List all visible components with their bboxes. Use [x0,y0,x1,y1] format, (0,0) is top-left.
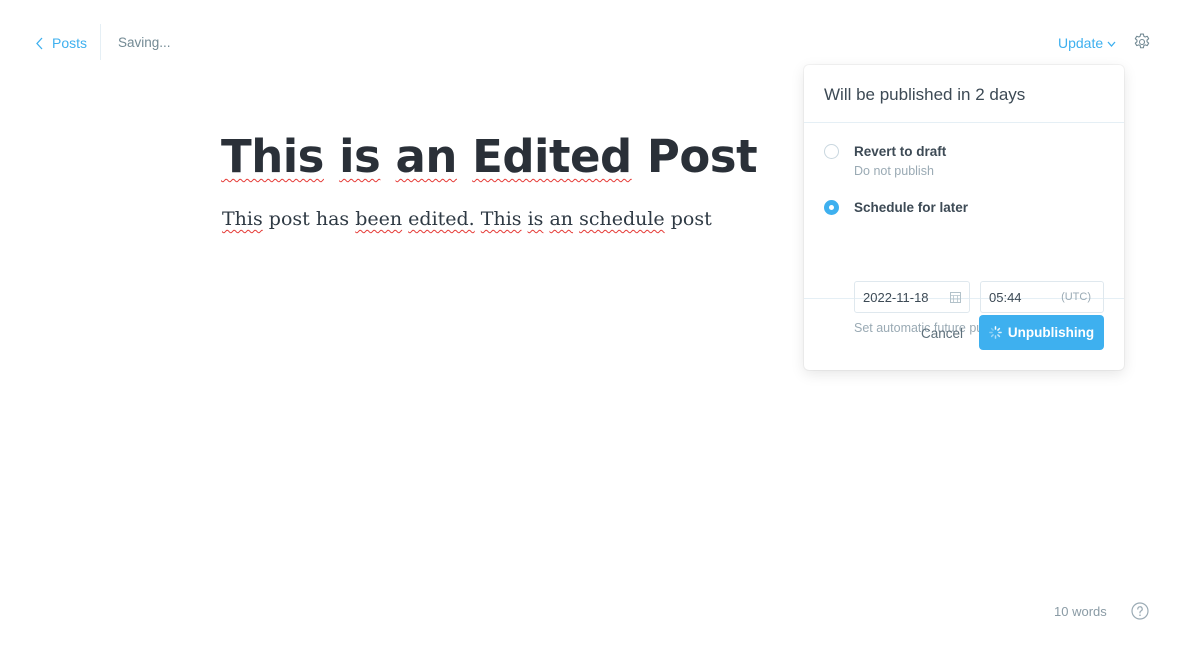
cancel-button[interactable]: Cancel [921,326,963,341]
save-status: Saving... [118,35,171,50]
body-word: edited. [408,208,475,230]
body-word: post [670,208,712,230]
publish-menu: Will be published in 2 days Revert to dr… [804,65,1124,370]
option-description: Do not publish [854,164,934,178]
publish-options: Revert to draft Do not publish Schedule … [804,123,1124,335]
title-word: Edited [472,130,632,183]
body-word: schedule [579,208,665,230]
unpublish-button-label: Unpublishing [1007,325,1095,340]
option-label: Revert to draft [854,144,947,159]
body-word: This [222,208,263,230]
body-word: an [549,208,574,230]
option-label: Schedule for later [854,200,969,215]
unpublish-button[interactable]: Unpublishing [979,315,1104,350]
publish-menu-trigger[interactable]: Update [1058,35,1116,51]
gear-icon [1134,33,1150,49]
body-word: This [480,208,522,230]
post-title[interactable]: This is an Edited Post [221,130,758,183]
title-word: Post [646,130,758,183]
title-word: is [339,130,381,183]
publish-menu-footer: Cancel Unpublishing [804,300,1124,370]
question-circle-icon [1131,602,1149,620]
settings-button[interactable] [1132,32,1152,52]
help-button[interactable] [1131,602,1149,620]
radio-schedule-for-later[interactable] [824,200,839,215]
back-link-label: Posts [52,35,88,51]
option-revert-to-draft[interactable]: Revert to draft Do not publish [824,143,946,178]
back-to-posts-link[interactable]: Posts [35,33,87,53]
body-word: post [268,208,310,230]
option-schedule-for-later[interactable]: Schedule for later [824,199,968,217]
body-word: been [355,208,403,230]
title-word: This [221,130,324,183]
radio-revert-to-draft[interactable] [824,144,839,159]
chevron-left-icon [36,37,43,49]
topbar-divider [100,24,101,60]
word-count: 10 words [1054,604,1107,619]
post-body[interactable]: This post has been edited. This is an sc… [222,208,712,230]
body-word: is [527,208,544,230]
body-word: has [315,208,350,230]
chevron-down-icon [1107,41,1116,47]
publish-menu-heading: Will be published in 2 days [804,65,1124,123]
title-word: an [395,130,458,183]
spinner-icon [989,326,1002,339]
publish-trigger-label: Update [1058,35,1104,51]
